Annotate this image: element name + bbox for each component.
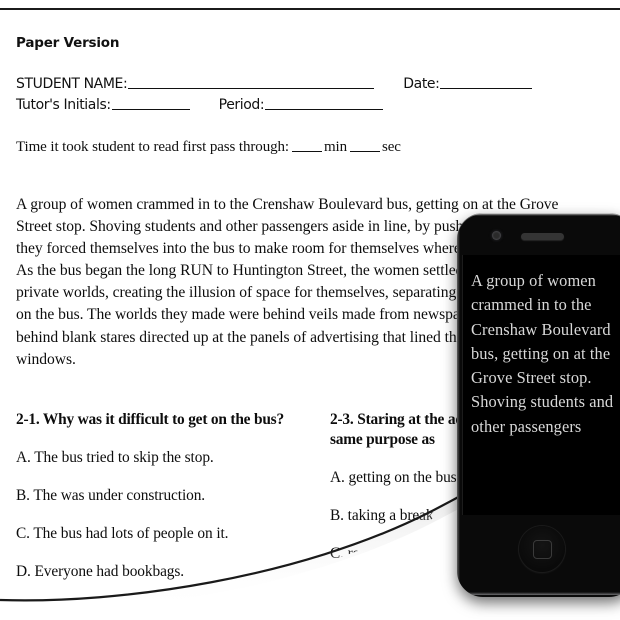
student-name-field[interactable] — [128, 75, 375, 89]
screen-bottom-fade — [463, 469, 620, 515]
seconds-field[interactable] — [350, 139, 381, 152]
earpiece-speaker-icon — [521, 233, 564, 240]
question-column-left: 2-1. Why was it difficult to get on the … — [16, 410, 316, 600]
tutor-initials-label: Tutor's Initials: — [16, 97, 111, 113]
phone-passage-text: A group of women crammed in to the Crens… — [471, 271, 614, 436]
question-option[interactable]: B. The was under construction. — [16, 486, 316, 505]
date-label: Date: — [403, 76, 440, 92]
date-field[interactable] — [440, 75, 533, 89]
student-name-label: STUDENT NAME: — [16, 76, 128, 92]
minutes-unit-label: min — [323, 139, 348, 155]
phone-top-highlight — [457, 213, 620, 216]
question-prompt-2-1: 2-1. Why was it difficult to get on the … — [16, 411, 284, 428]
timing-label: Time it took student to read first pass … — [16, 139, 289, 155]
form-row-tutor-period: Tutor's Initials: Period: — [16, 95, 606, 116]
question-option[interactable]: C. The bus had lots of people on it. — [16, 524, 316, 543]
form-row-name-date: STUDENT NAME: Date: — [16, 74, 606, 95]
smartphone-device: A group of women crammed in to the Crens… — [457, 213, 620, 597]
home-button-square-icon — [533, 540, 552, 559]
phone-screen[interactable]: A group of women crammed in to the Crens… — [462, 255, 620, 515]
phone-left-highlight — [457, 213, 460, 597]
home-button[interactable] — [519, 526, 565, 572]
tutor-initials-field[interactable] — [111, 96, 190, 110]
question-option[interactable]: A. The bus tried to skip the stop. — [16, 448, 316, 467]
page-title: Paper Version — [16, 35, 120, 51]
question-option[interactable]: D. Everyone had bookbags. — [16, 562, 316, 581]
screenshot-root: Paper Version STUDENT NAME: Date: Tutor's… — [0, 0, 620, 620]
timing-row: Time it took student to read first pass … — [16, 139, 401, 156]
period-field[interactable] — [265, 96, 384, 110]
minutes-field[interactable] — [291, 139, 322, 152]
student-form-block: STUDENT NAME: Date: Tutor's Initials: Peri… — [16, 74, 606, 116]
period-label: Period: — [218, 97, 265, 113]
front-camera-icon — [492, 231, 501, 240]
seconds-unit-label: sec — [382, 139, 401, 155]
phone-bottom-highlight — [463, 592, 620, 595]
